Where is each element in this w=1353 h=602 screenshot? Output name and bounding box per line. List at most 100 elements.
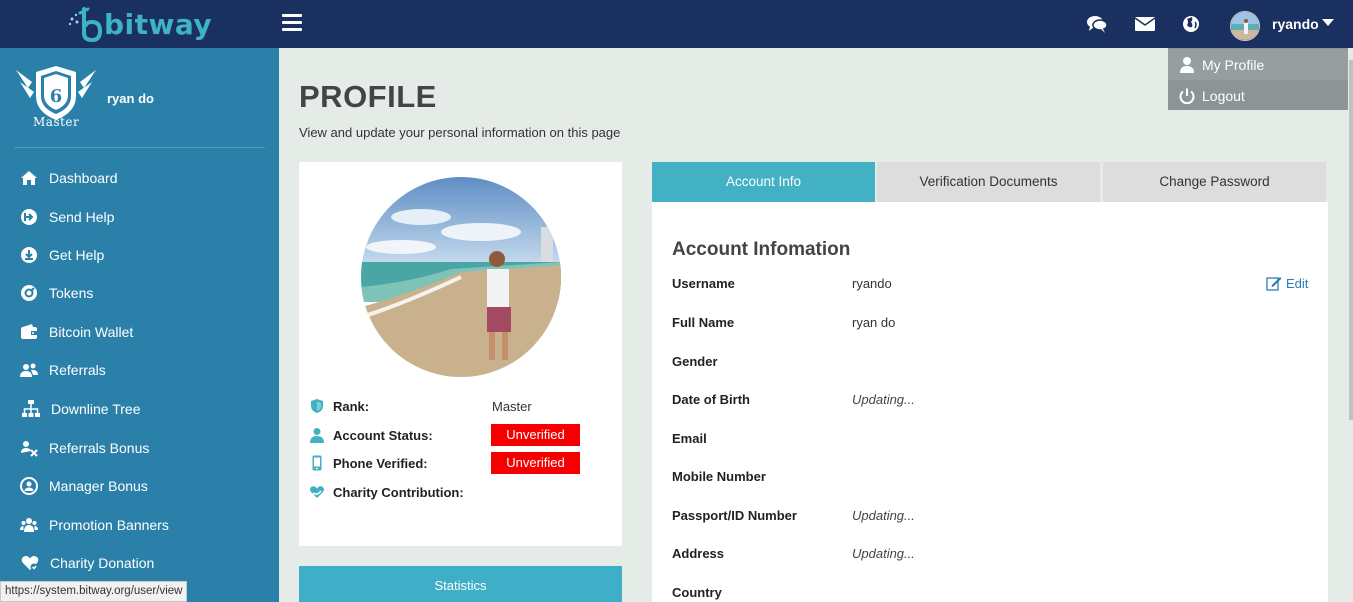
field-label-username: Username bbox=[672, 276, 735, 291]
edit-icon bbox=[1266, 275, 1282, 291]
sidebar-item-promotion-banners[interactable]: Promotion Banners bbox=[0, 506, 279, 544]
rank-label: Master bbox=[33, 115, 80, 129]
logout-menu-item[interactable]: Logout bbox=[1168, 80, 1348, 111]
sidebar: 6 Master ryan do Dashboard Send Help Get… bbox=[0, 48, 279, 602]
page-scrollbar-thumb[interactable] bbox=[1349, 60, 1353, 420]
field-label-full-name: Full Name bbox=[672, 315, 735, 330]
globe-icon[interactable] bbox=[1180, 13, 1202, 35]
sidebar-item-label: Get Help bbox=[49, 247, 105, 263]
my-profile-menu-item[interactable]: My Profile bbox=[1168, 49, 1348, 80]
sidebar-item-label: Promotion Banners bbox=[49, 517, 169, 533]
sidebar-item-get-help[interactable]: Get Help bbox=[0, 236, 279, 274]
sidebar-divider bbox=[14, 147, 265, 148]
sidebar-item-label: Downline Tree bbox=[51, 401, 141, 417]
manager-icon bbox=[20, 477, 38, 495]
account-info-title: Account Infomation bbox=[672, 239, 851, 260]
sidebar-item-label: Tokens bbox=[49, 285, 94, 301]
sidebar-user-name: ryan do bbox=[107, 91, 154, 106]
phone-verified-badge: Unverified bbox=[491, 452, 580, 474]
account-status-badge: Unverified bbox=[491, 424, 580, 446]
chat-icon[interactable] bbox=[1086, 13, 1108, 35]
user-icon bbox=[1178, 56, 1196, 74]
sidebar-item-label: Manager Bonus bbox=[49, 478, 148, 494]
send-icon bbox=[20, 208, 38, 226]
field-value-full-name: ryan do bbox=[852, 315, 896, 330]
profile-tabs: Account Info Verification Documents Chan… bbox=[652, 162, 1328, 202]
logo[interactable]: bitway bbox=[66, 5, 212, 43]
field-label-gender: Gender bbox=[672, 354, 718, 369]
logo-text: bitway bbox=[104, 7, 213, 41]
sidebar-item-manager-bonus[interactable]: Manager Bonus bbox=[0, 467, 279, 505]
sidebar-item-label: Referrals Bonus bbox=[49, 440, 150, 456]
user-dropdown-menu: My Profile Logout bbox=[1168, 48, 1348, 110]
field-value-address: Updating... bbox=[852, 546, 915, 561]
account-status-label: Account Status: bbox=[333, 427, 433, 443]
rank-label: Rank: bbox=[333, 398, 370, 414]
field-value-passport-id: Updating... bbox=[852, 508, 915, 523]
rank-row: Rank: bbox=[309, 395, 369, 417]
tab-change-password[interactable]: Change Password bbox=[1103, 162, 1326, 202]
wallet-icon bbox=[20, 323, 38, 341]
users-icon bbox=[20, 361, 38, 379]
sidebar-item-label: Referrals bbox=[49, 362, 106, 378]
sidebar-item-tokens[interactable]: Tokens bbox=[0, 274, 279, 312]
statistics-button[interactable]: Statistics bbox=[299, 566, 622, 602]
status-bar-url: https://system.bitway.org/user/view bbox=[0, 581, 188, 602]
menu-toggle-button[interactable] bbox=[282, 14, 302, 32]
page-title: PROFILE bbox=[299, 79, 437, 114]
rank-number: 6 bbox=[50, 86, 63, 107]
sidebar-item-referrals-bonus[interactable]: Referrals Bonus bbox=[0, 429, 279, 467]
field-label-passport-id: Passport/ID Number bbox=[672, 508, 797, 523]
user-menu-toggle[interactable]: ryando bbox=[1272, 16, 1319, 32]
banner-icon bbox=[20, 516, 38, 534]
mobile-icon bbox=[309, 455, 325, 471]
charity-icon bbox=[309, 484, 325, 500]
caret-down-icon[interactable] bbox=[1322, 19, 1334, 26]
sidebar-item-label: Bitcoin Wallet bbox=[49, 324, 134, 340]
top-navbar: bitway ryando bbox=[0, 0, 1353, 48]
field-label-date-of-birth: Date of Birth bbox=[672, 392, 750, 407]
page-subtitle: View and update your personal informatio… bbox=[299, 125, 621, 140]
phone-verified-row: Phone Verified: bbox=[309, 452, 428, 474]
sidebar-item-dashboard[interactable]: Dashboard bbox=[0, 159, 279, 197]
download-icon bbox=[20, 246, 38, 264]
phone-verified-label: Phone Verified: bbox=[333, 455, 428, 471]
edit-button[interactable]: Edit bbox=[1266, 275, 1308, 291]
charity-label: Charity Contribution: bbox=[333, 484, 464, 500]
bonus-icon bbox=[20, 439, 38, 457]
shield-icon bbox=[309, 398, 325, 414]
power-icon bbox=[1178, 87, 1196, 105]
my-profile-label: My Profile bbox=[1202, 56, 1265, 73]
envelope-icon[interactable] bbox=[1134, 13, 1156, 35]
field-label-mobile-number: Mobile Number bbox=[672, 469, 766, 484]
rank-shield-icon: 6 bbox=[12, 62, 100, 144]
field-label-country: Country bbox=[672, 585, 722, 600]
logout-label: Logout bbox=[1202, 87, 1245, 104]
sitemap-icon bbox=[22, 400, 40, 418]
edit-label: Edit bbox=[1286, 275, 1309, 291]
sidebar-item-send-help[interactable]: Send Help bbox=[0, 198, 279, 236]
token-icon bbox=[20, 284, 38, 302]
heart-icon bbox=[21, 554, 39, 572]
tab-account-info[interactable]: Account Info bbox=[652, 162, 875, 202]
charity-row: Charity Contribution: bbox=[309, 481, 464, 503]
profile-card: Rank: Master Account Status: Unverified … bbox=[299, 162, 622, 546]
field-value-date-of-birth: Updating... bbox=[852, 392, 915, 407]
bitway-logo-icon bbox=[66, 5, 108, 43]
rank-value: Master bbox=[492, 399, 532, 414]
account-status-row: Account Status: bbox=[309, 424, 433, 446]
field-label-email: Email bbox=[672, 431, 707, 446]
sidebar-item-label: Charity Donation bbox=[50, 555, 155, 571]
sidebar-item-downline-tree[interactable]: Downline Tree bbox=[0, 390, 279, 428]
sidebar-item-charity-donation[interactable]: Charity Donation bbox=[0, 544, 279, 582]
home-icon bbox=[20, 169, 38, 187]
avatar[interactable] bbox=[1230, 11, 1260, 41]
sidebar-item-label: Send Help bbox=[49, 209, 115, 225]
field-label-address: Address bbox=[672, 546, 725, 561]
sidebar-item-bitcoin-wallet[interactable]: Bitcoin Wallet bbox=[0, 313, 279, 351]
tab-verification-documents[interactable]: Verification Documents bbox=[877, 162, 1100, 202]
field-value-username: ryando bbox=[852, 276, 892, 291]
sidebar-item-referrals[interactable]: Referrals bbox=[0, 351, 279, 389]
account-info-panel: Account Infomation Edit Username ryando … bbox=[652, 202, 1328, 602]
profile-photo[interactable] bbox=[361, 177, 561, 377]
